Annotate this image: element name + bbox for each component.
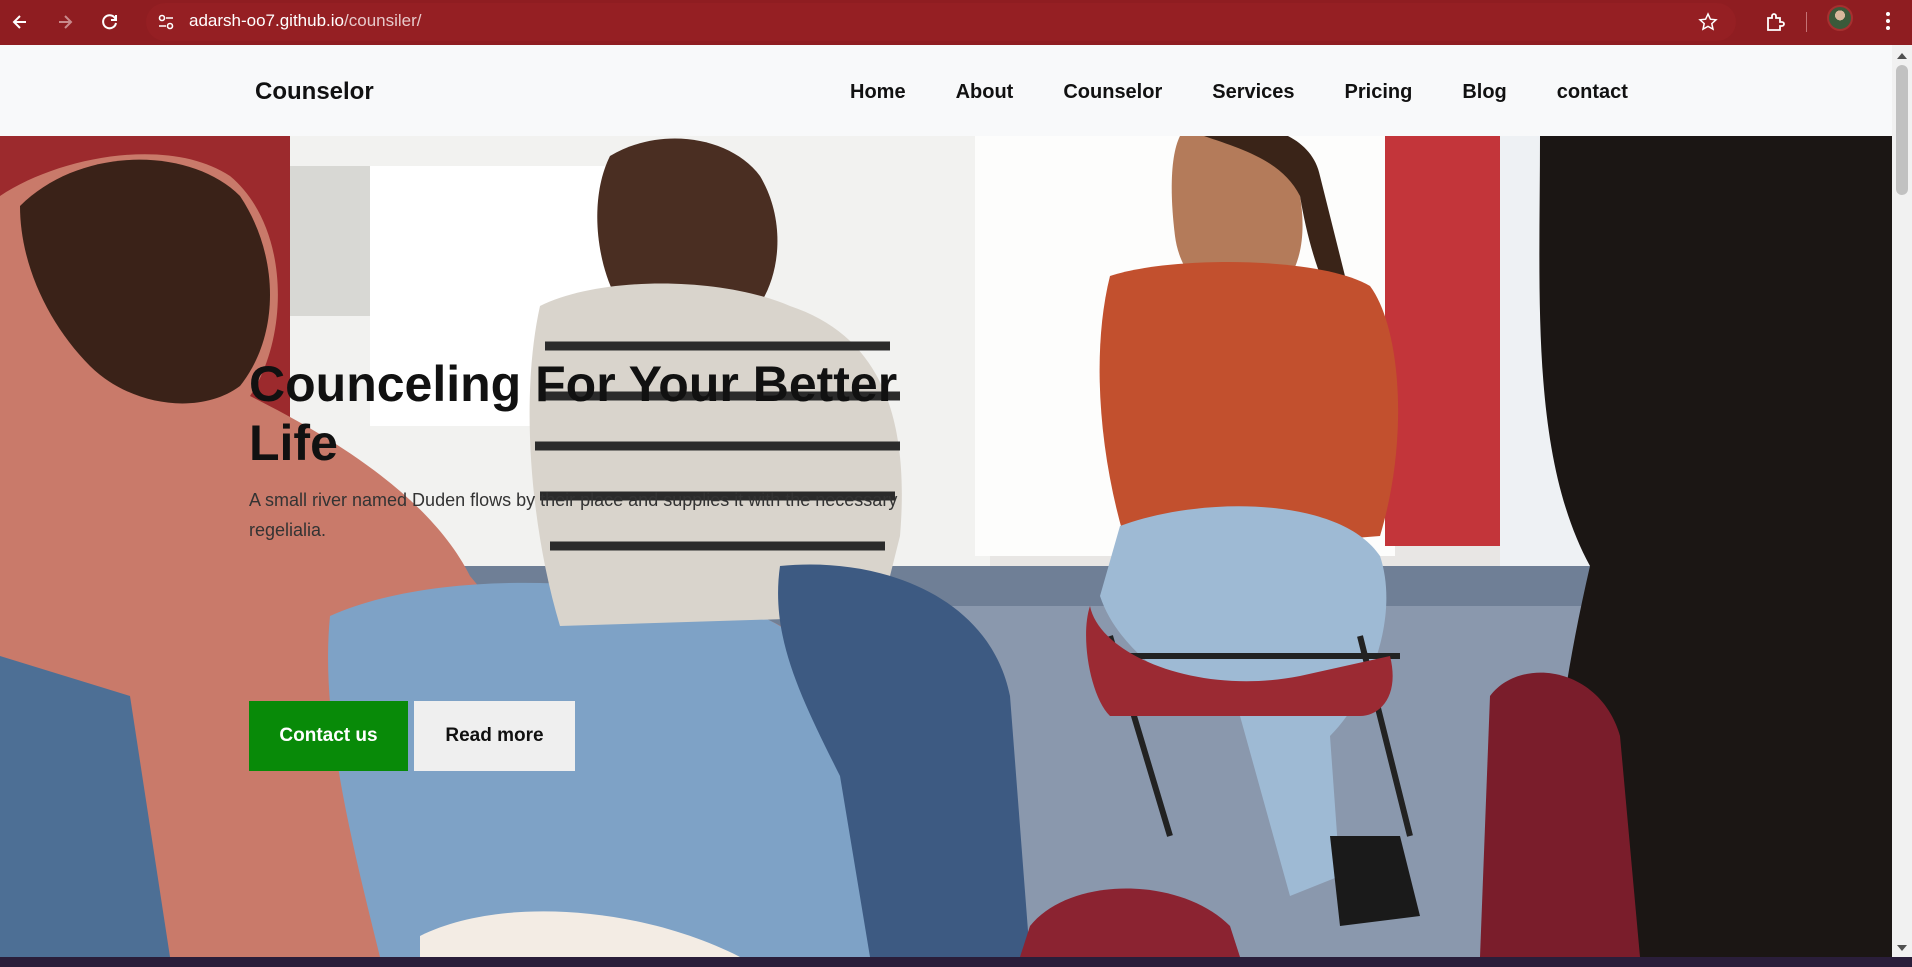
scroll-down-icon[interactable] (1897, 945, 1907, 951)
forward-icon[interactable] (54, 11, 76, 33)
extensions-icon[interactable] (1764, 11, 1786, 33)
page-scrollbar[interactable] (1892, 45, 1912, 957)
site-navbar: Counselor Home About Counselor Services … (0, 45, 1892, 136)
hero-content: Counceling For Your Better Life A small … (249, 355, 929, 771)
url-path: /counsiler/ (344, 11, 422, 30)
nav-about[interactable]: About (956, 81, 1014, 104)
address-bar[interactable]: adarsh-oo7.github.io/counsiler/ (146, 3, 1736, 41)
menu-icon[interactable] (1878, 9, 1898, 33)
scroll-up-icon[interactable] (1897, 53, 1907, 59)
profile-avatar[interactable] (1827, 5, 1853, 31)
nav-pricing[interactable]: Pricing (1345, 81, 1413, 104)
hero-section: Counceling For Your Better Life A small … (0, 136, 1892, 957)
brand-logo[interactable]: Counselor (255, 78, 374, 106)
nav-blog[interactable]: Blog (1462, 81, 1506, 104)
reload-icon[interactable] (99, 11, 121, 33)
toolbar-divider (1806, 12, 1807, 32)
url-text[interactable]: adarsh-oo7.github.io/counsiler/ (189, 11, 422, 31)
nav-home[interactable]: Home (850, 81, 906, 104)
star-icon[interactable] (1698, 12, 1718, 32)
browser-toolbar: adarsh-oo7.github.io/counsiler/ (0, 0, 1912, 45)
nav-links: Home About Counselor Services Pricing Bl… (850, 81, 1628, 104)
read-more-button[interactable]: Read more (414, 701, 575, 771)
nav-services[interactable]: Services (1212, 81, 1294, 104)
hero-title: Counceling For Your Better Life (249, 356, 898, 471)
hero-buttons: Contact us Read more (249, 701, 575, 771)
url-host: adarsh-oo7.github.io (189, 11, 345, 30)
os-taskbar-edge (0, 957, 1912, 967)
site-info-icon[interactable] (156, 12, 176, 32)
scrollbar-thumb[interactable] (1896, 65, 1908, 195)
nav-contact[interactable]: contact (1557, 81, 1628, 104)
hero-text: A small river named Duden flows by their… (249, 490, 898, 540)
back-icon[interactable] (9, 11, 31, 33)
contact-us-button[interactable]: Contact us (249, 701, 408, 771)
nav-counselor[interactable]: Counselor (1063, 81, 1162, 104)
hero-background-image (0, 136, 1892, 957)
